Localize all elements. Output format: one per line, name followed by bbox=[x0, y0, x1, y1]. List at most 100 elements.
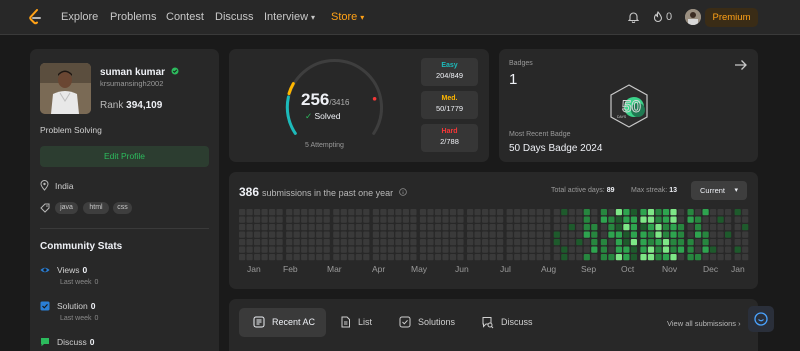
heatmap-cell[interactable] bbox=[427, 209, 434, 216]
heatmap-cell[interactable] bbox=[355, 224, 362, 231]
heatmap-cell[interactable] bbox=[348, 231, 355, 238]
heatmap-cell[interactable] bbox=[506, 224, 513, 231]
heatmap-cell[interactable] bbox=[419, 216, 427, 223]
heatmap-cell[interactable] bbox=[372, 254, 379, 261]
heatmap-cell[interactable] bbox=[323, 254, 330, 261]
heatmap-cell[interactable] bbox=[536, 216, 543, 223]
heatmap-cell[interactable] bbox=[387, 209, 394, 216]
heatmap-cell[interactable] bbox=[286, 224, 293, 231]
heatmap-cell[interactable] bbox=[457, 246, 464, 253]
heatmap-cell[interactable] bbox=[623, 231, 630, 238]
heatmap-cell[interactable] bbox=[467, 239, 474, 246]
heatmap-cell[interactable] bbox=[457, 231, 464, 238]
heatmap-cell[interactable] bbox=[427, 224, 434, 231]
heatmap-cell[interactable] bbox=[301, 224, 308, 231]
heatmap-cell[interactable] bbox=[640, 239, 647, 246]
heatmap-cell[interactable] bbox=[544, 224, 551, 231]
heatmap-cell[interactable] bbox=[442, 231, 449, 238]
heatmap-cell[interactable] bbox=[591, 224, 598, 231]
heatmap-cell[interactable] bbox=[615, 224, 622, 231]
leetcode-logo[interactable] bbox=[28, 9, 42, 25]
heatmap-cell[interactable] bbox=[449, 246, 457, 253]
heatmap-cell[interactable] bbox=[474, 209, 481, 216]
heatmap-cell[interactable] bbox=[687, 246, 694, 253]
skill-tag-css[interactable]: css bbox=[113, 202, 132, 214]
heatmap-cell[interactable] bbox=[630, 231, 637, 238]
heatmap-cell[interactable] bbox=[521, 216, 528, 223]
heatmap-cell[interactable] bbox=[333, 216, 340, 223]
heatmap-cell[interactable] bbox=[246, 209, 253, 216]
heatmap-cell[interactable] bbox=[402, 246, 409, 253]
heatmap-cell[interactable] bbox=[380, 239, 387, 246]
heatmap-cell[interactable] bbox=[553, 254, 560, 261]
heatmap-cell[interactable] bbox=[489, 224, 496, 231]
heatmap-cell[interactable] bbox=[662, 254, 670, 261]
heatmap-cell[interactable] bbox=[529, 224, 536, 231]
heatmap-cell[interactable] bbox=[710, 224, 717, 231]
heatmap-cell[interactable] bbox=[387, 231, 394, 238]
heatmap-cell[interactable] bbox=[677, 239, 685, 246]
heatmap-cell[interactable] bbox=[600, 216, 607, 223]
heatmap-cell[interactable] bbox=[687, 216, 694, 223]
heatmap-cell[interactable] bbox=[363, 254, 370, 261]
heatmap-cell[interactable] bbox=[497, 254, 504, 261]
heatmap-cell[interactable] bbox=[725, 231, 732, 238]
heatmap-cell[interactable] bbox=[380, 254, 387, 261]
heatmap-cell[interactable] bbox=[734, 209, 741, 216]
heatmap-cell[interactable] bbox=[269, 239, 276, 246]
heatmap-cell[interactable] bbox=[402, 224, 409, 231]
heatmap-cell[interactable] bbox=[410, 254, 417, 261]
heatmap-cell[interactable] bbox=[348, 224, 355, 231]
heatmap-cell[interactable] bbox=[372, 231, 379, 238]
heatmap-cell[interactable] bbox=[521, 224, 528, 231]
heatmap-cell[interactable] bbox=[695, 231, 702, 238]
heatmap-cell[interactable] bbox=[482, 216, 489, 223]
heatmap-cell[interactable] bbox=[536, 246, 543, 253]
heatmap-cell[interactable] bbox=[608, 231, 615, 238]
heatmap-cell[interactable] bbox=[301, 246, 308, 253]
heatmap-cell[interactable] bbox=[419, 254, 427, 261]
heatmap-cell[interactable] bbox=[239, 209, 246, 216]
heatmap-cell[interactable] bbox=[434, 239, 442, 246]
heatmap-cell[interactable] bbox=[623, 239, 630, 246]
heatmap-cell[interactable] bbox=[308, 224, 315, 231]
heatmap-cell[interactable] bbox=[687, 231, 694, 238]
heatmap-cell[interactable] bbox=[482, 231, 489, 238]
heatmap-cell[interactable] bbox=[561, 216, 568, 223]
heatmap-cell[interactable] bbox=[591, 216, 598, 223]
heatmap-cell[interactable] bbox=[583, 246, 590, 253]
info-icon[interactable] bbox=[398, 188, 407, 196]
heatmap-cell[interactable] bbox=[239, 239, 246, 246]
heatmap-cell[interactable] bbox=[333, 239, 340, 246]
heatmap-cell[interactable] bbox=[591, 209, 598, 216]
heatmap-cell[interactable] bbox=[402, 254, 409, 261]
heatmap-cell[interactable] bbox=[372, 209, 379, 216]
heatmap-cell[interactable] bbox=[308, 209, 315, 216]
heatmap-cell[interactable] bbox=[333, 246, 340, 253]
heatmap-cell[interactable] bbox=[355, 246, 362, 253]
heatmap-cell[interactable] bbox=[276, 231, 283, 238]
heatmap-cell[interactable] bbox=[434, 209, 442, 216]
heatmap-cell[interactable] bbox=[561, 231, 568, 238]
heatmap-cell[interactable] bbox=[568, 239, 575, 246]
heatmap-cell[interactable] bbox=[702, 216, 709, 223]
heatmap-cell[interactable] bbox=[246, 224, 253, 231]
heatmap-cell[interactable] bbox=[246, 239, 253, 246]
heatmap-cell[interactable] bbox=[410, 224, 417, 231]
heatmap-cell[interactable] bbox=[670, 239, 677, 246]
heatmap-cell[interactable] bbox=[442, 209, 449, 216]
heatmap-cell[interactable] bbox=[301, 231, 308, 238]
heatmap-cell[interactable] bbox=[286, 209, 293, 216]
heatmap-cell[interactable] bbox=[467, 254, 474, 261]
heatmap-cell[interactable] bbox=[742, 239, 749, 246]
heatmap-cell[interactable] bbox=[410, 216, 417, 223]
heatmap-cell[interactable] bbox=[340, 231, 347, 238]
heatmap-cell[interactable] bbox=[276, 246, 283, 253]
heatmap-cell[interactable] bbox=[380, 246, 387, 253]
heatmap-cell[interactable] bbox=[677, 246, 685, 253]
heatmap-cell[interactable] bbox=[276, 224, 283, 231]
heatmap-cell[interactable] bbox=[355, 209, 362, 216]
heatmap-cell[interactable] bbox=[316, 239, 323, 246]
heatmap-cell[interactable] bbox=[323, 246, 330, 253]
heatmap-cell[interactable] bbox=[702, 231, 709, 238]
